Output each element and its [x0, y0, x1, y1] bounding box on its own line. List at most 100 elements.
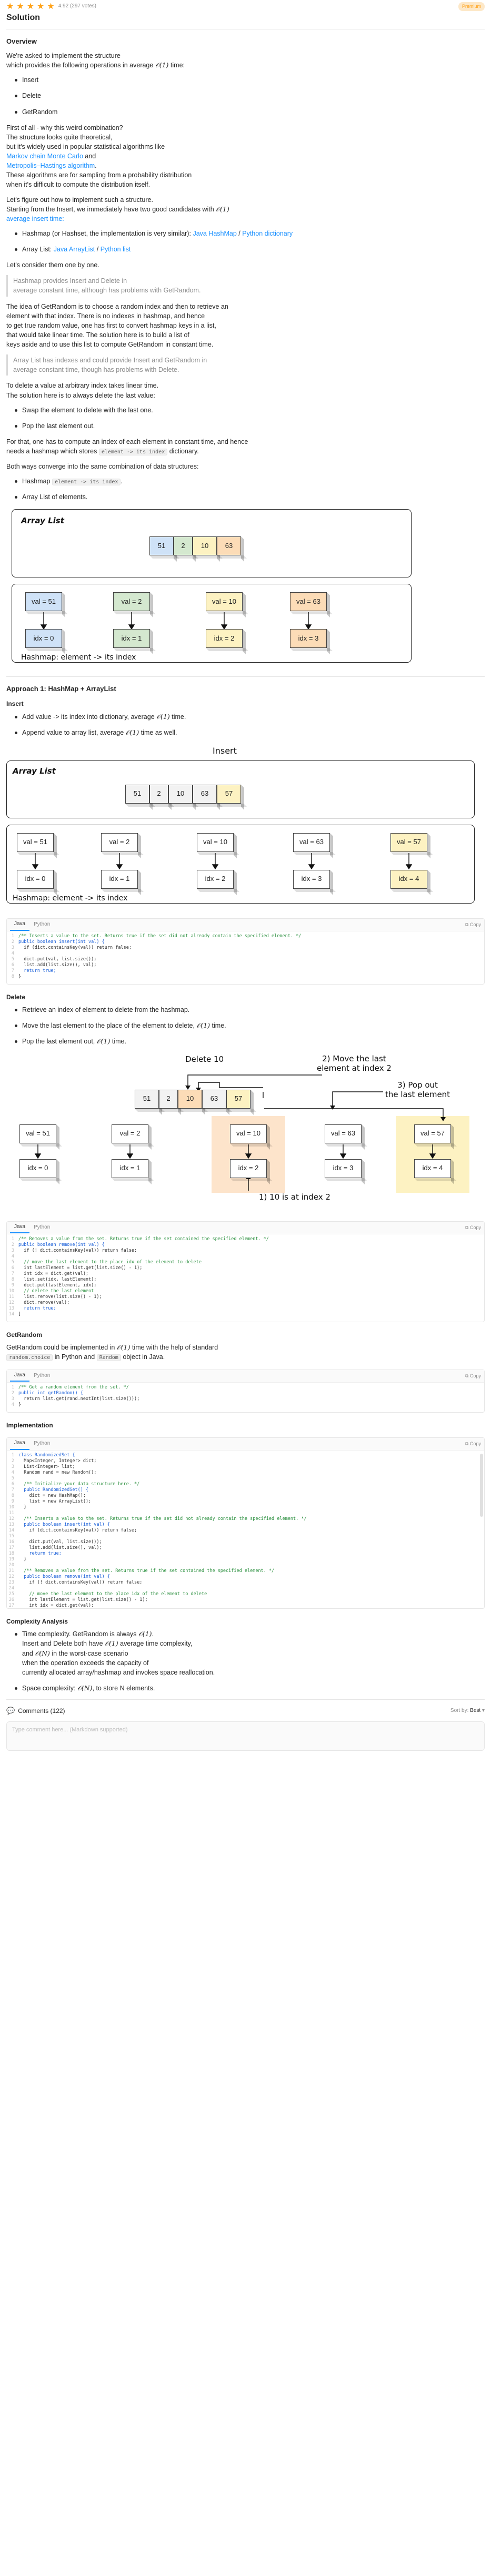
- python-list-link[interactable]: Python list: [101, 246, 131, 253]
- inline-code: Random: [96, 1354, 121, 1362]
- hashmap-value: idx = 0: [25, 629, 62, 648]
- code-line: 13 public boolean insert(int val) {: [7, 1522, 484, 1528]
- complexity-heading: Complexity Analysis: [6, 1617, 68, 1625]
- text: , to store N elements.: [92, 1684, 155, 1692]
- code-text: if (dict.containsKey(val)) return false;: [18, 945, 132, 950]
- approach-heading: Approach 1: HashMap + ArrayList: [6, 685, 116, 693]
- code-line: 9 dict.put(lastElement, idx);: [7, 1283, 484, 1289]
- code-text: public RandomizedSet() {: [18, 1487, 89, 1493]
- text: /: [236, 229, 243, 237]
- math: 𝒪(N): [77, 1683, 93, 1692]
- list-item: Array List: Java ArrayList / Python list: [6, 245, 485, 254]
- code-text: Map<Integer, Integer> dict;: [18, 1458, 97, 1464]
- text: to get true random value, one has first …: [6, 321, 216, 329]
- code-text: if (dict.containsKey(val)) return false;: [18, 1527, 137, 1533]
- hashmap-value-new: idx = 4: [390, 869, 427, 889]
- code-scrollbar[interactable]: [480, 1453, 483, 1517]
- tab-java[interactable]: Java: [10, 1222, 30, 1234]
- line-number: 6: [11, 1265, 14, 1271]
- tab-python[interactable]: Python: [29, 919, 54, 930]
- line-number: 7: [11, 1487, 14, 1493]
- java-arraylist-link[interactable]: Java ArrayList: [54, 246, 95, 253]
- hashmap-quote: Hashmap provides Insert and Delete in av…: [6, 275, 485, 297]
- figure-paragraph: Let's figure out how to implement such a…: [6, 195, 485, 224]
- hashmap-arraylist-diagram: Array List 51 2 10 63 val = 51 idx = 0 v…: [9, 509, 430, 667]
- code-text: dict.put(val, list.size());: [18, 1539, 102, 1545]
- sort-dropdown[interactable]: Sort by: Best ▾: [450, 1707, 485, 1715]
- text: Pop the last element out,: [22, 1038, 95, 1046]
- mcmc-link[interactable]: Markov chain Monte Carlo: [6, 153, 83, 160]
- line-number: 2: [11, 1242, 14, 1248]
- star-icon[interactable]: ★: [27, 2, 34, 11]
- code-panel-delete: Java Python ⧉ Copy 1 /** Removes a value …: [6, 1221, 485, 1322]
- code-line: 12 /** Inserts a value to the set. Retur…: [7, 1516, 484, 1522]
- code-line: 2 public boolean remove(int val) {: [7, 1242, 484, 1248]
- insert-diagram: Insert Array List 51 2 10 63 57 val = 51…: [6, 745, 480, 909]
- insert-heading: Insert: [6, 700, 24, 708]
- star-icon[interactable]: ★: [16, 2, 24, 11]
- code-text: dict = new HashMap();: [18, 1493, 86, 1498]
- code-tabs: Java Python ⧉ Copy: [7, 1370, 484, 1383]
- copy-button[interactable]: ⧉ Copy: [465, 1373, 481, 1380]
- text: Time complexity. GetRandom is always: [22, 1630, 137, 1638]
- code-body[interactable]: 1 /** Inserts a value to the set. Returns…: [7, 931, 484, 984]
- tab-python[interactable]: Python: [29, 1371, 54, 1382]
- code-text: int lastElement = list.get(list.size() -…: [18, 1265, 143, 1271]
- line-number: 4: [11, 1253, 14, 1259]
- star-icon[interactable]: ★: [37, 2, 44, 11]
- text: .: [121, 477, 123, 485]
- star-icon[interactable]: ★: [6, 2, 14, 11]
- tab-python[interactable]: Python: [29, 1222, 54, 1233]
- text: in the worst-case scenario: [52, 1649, 128, 1657]
- list-item: Retrieve an index of element to delete f…: [6, 1005, 485, 1015]
- code-line: 15: [7, 1534, 484, 1539]
- list-item: Add value -> its index into dictionary, …: [6, 712, 485, 722]
- code-line: 3 if (! dict.containsKey(val)) return fa…: [7, 1248, 484, 1254]
- tab-java[interactable]: Java: [10, 1370, 30, 1382]
- code-line: 25 // move the last element to the place…: [7, 1591, 484, 1597]
- python-dict-link[interactable]: Python dictionary: [242, 230, 293, 237]
- star-icon[interactable]: ★: [47, 2, 54, 11]
- code-text: class RandomizedSet {: [18, 1452, 75, 1458]
- divider: [6, 1699, 485, 1700]
- hashmap-value: idx = 0: [17, 869, 54, 889]
- line-number: 11: [8, 1294, 14, 1300]
- code-line: 24: [7, 1586, 484, 1591]
- line-number: 8: [11, 1493, 14, 1498]
- tab-java[interactable]: Java: [10, 1438, 30, 1450]
- code-text: dict.put(lastElement, idx);: [18, 1282, 97, 1288]
- copy-button[interactable]: ⧉ Copy: [465, 1441, 481, 1447]
- java-hashmap-link[interactable]: Java HashMap: [193, 230, 236, 237]
- metropolis-link[interactable]: Metropolis–Hastings algorithm: [6, 162, 95, 169]
- code-body[interactable]: 1 /** Removes a value from the set. Retur…: [7, 1234, 484, 1322]
- text: average time complexity,: [120, 1640, 193, 1648]
- hashmap-key: val = 2: [101, 833, 138, 852]
- line-number: 21: [8, 1568, 14, 1574]
- code-line: 5: [7, 1476, 484, 1482]
- list-item: Move the last element to the place of th…: [6, 1021, 485, 1030]
- line-number: 15: [8, 1533, 14, 1539]
- code-body[interactable]: 1 class RandomizedSet {2 Map<Integer, Int…: [7, 1451, 484, 1608]
- sort-label: Sort by:: [450, 1708, 469, 1714]
- math: 𝒪(1): [105, 1639, 118, 1648]
- code-text: /** Inserts a value to the set. Returns …: [18, 933, 302, 939]
- code-line: 3 return list.get(rand.nextInt(list.size…: [7, 1396, 484, 1402]
- tab-java[interactable]: Java: [10, 919, 30, 931]
- line-number: 20: [8, 1562, 14, 1568]
- overview-intro: We're asked to implement the structure w…: [6, 51, 485, 70]
- sort-value: Best: [470, 1708, 481, 1714]
- copy-button[interactable]: ⧉ Copy: [465, 921, 481, 928]
- text: time with the help of standard: [132, 1343, 218, 1351]
- code-text: }: [18, 1556, 27, 1562]
- code-line: 4: [7, 1254, 484, 1260]
- code-body[interactable]: 1 /** Get a random element from the set. …: [7, 1383, 484, 1412]
- tab-python[interactable]: Python: [29, 1438, 54, 1449]
- hashmap-key: val = 63: [325, 1124, 362, 1143]
- comment-input[interactable]: Type comment here... (Markdown supported…: [6, 1721, 485, 1751]
- comments-bar: 💬 Comments (122) Sort by: Best ▾: [6, 1706, 485, 1716]
- line-number: 4: [11, 1469, 14, 1475]
- line-number: 9: [11, 1282, 14, 1288]
- code-line: 19 }: [7, 1557, 484, 1563]
- code-text: /** Removes a value from the set. Return…: [18, 1568, 275, 1574]
- copy-button[interactable]: ⧉ Copy: [465, 1224, 481, 1231]
